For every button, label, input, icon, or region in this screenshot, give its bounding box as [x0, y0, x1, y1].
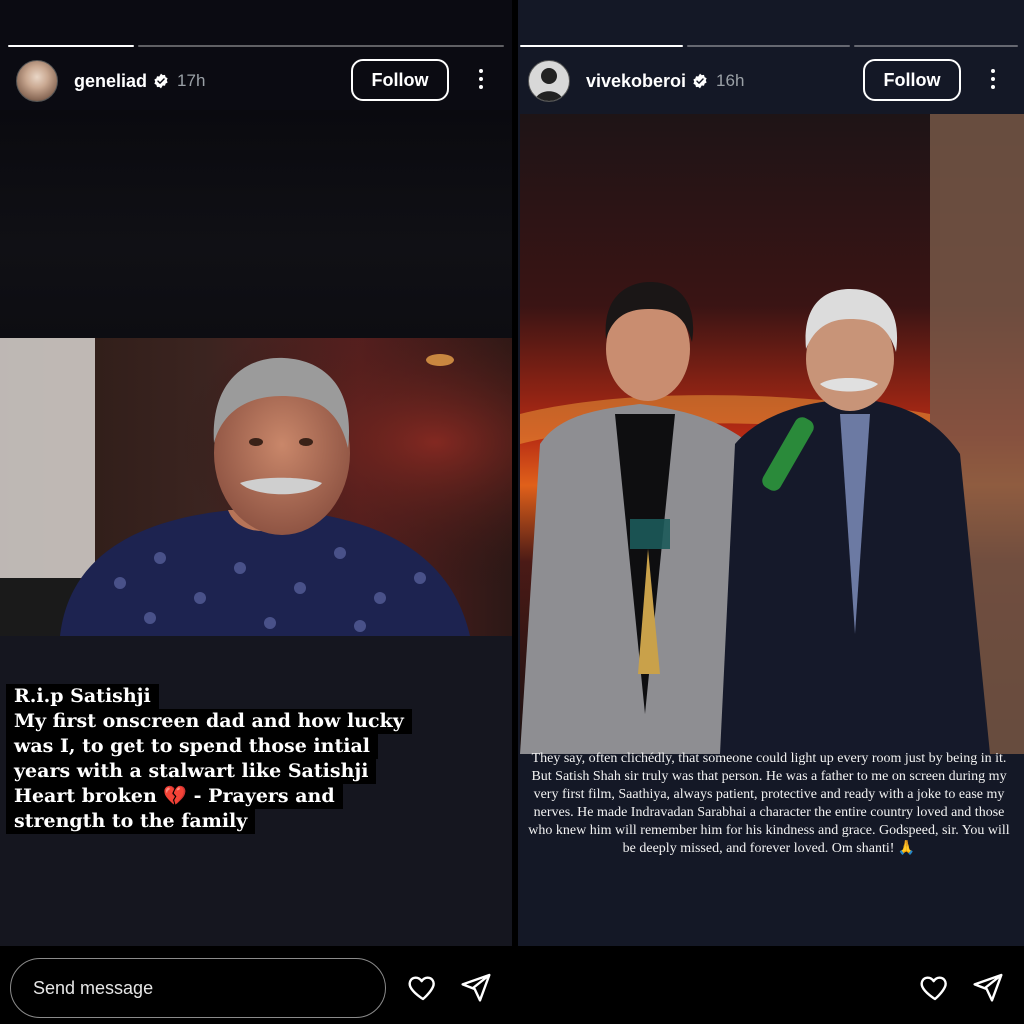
story-progress: [520, 45, 1018, 47]
progress-segment: [854, 45, 1018, 47]
story-photo: [520, 114, 1024, 754]
caption-line: years with a stalwart like Satishji: [6, 759, 377, 784]
story-header: geneliad 17h: [16, 58, 205, 104]
follow-button[interactable]: Follow: [351, 59, 449, 101]
username[interactable]: vivekoberoi: [586, 71, 686, 92]
username[interactable]: geneliad: [74, 71, 147, 92]
send-icon[interactable]: [460, 971, 492, 1003]
caption-line: R.i.p Satishji: [6, 684, 159, 709]
avatar[interactable]: [16, 60, 58, 102]
progress-segment: [138, 45, 504, 47]
story-header: vivekoberoi 16h: [528, 58, 744, 104]
heart-icon[interactable]: [919, 971, 951, 1003]
photo-illustration: [0, 338, 512, 636]
progress-segment: [520, 45, 683, 47]
caption-line: strength to the family: [6, 809, 256, 834]
follow-button[interactable]: Follow: [863, 59, 961, 101]
story-geneliad[interactable]: geneliad 17h Follow R.i.p Satishji My fi…: [0, 0, 512, 946]
avatar-image: [535, 68, 563, 101]
progress-segment: [8, 45, 134, 47]
post-time: 17h: [177, 71, 206, 90]
post-time: 16h: [716, 71, 745, 90]
verified-badge-icon: [154, 73, 168, 89]
send-message-input[interactable]: Send message: [10, 958, 386, 1018]
story-progress: [8, 45, 504, 47]
story-caption: They say, often clichédly, that someone …: [528, 751, 1010, 856]
story-caption: R.i.p Satishji My first onscreen dad and…: [6, 684, 412, 834]
more-options-icon[interactable]: [477, 69, 485, 89]
send-message-placeholder: Send message: [33, 977, 154, 998]
heart-icon[interactable]: [407, 971, 439, 1003]
photo-illustration: [520, 114, 1024, 754]
avatar[interactable]: [528, 60, 570, 102]
story-photo: [0, 338, 512, 636]
progress-segment: [687, 45, 850, 47]
verified-badge-icon: [693, 73, 707, 89]
send-icon[interactable]: [972, 971, 1004, 1003]
more-options-icon[interactable]: [989, 69, 997, 89]
caption-line: My first onscreen dad and how lucky: [6, 709, 412, 734]
caption-line: Heart broken 💔 - Prayers and: [6, 784, 343, 809]
caption-line: was I, to get to spend those intial: [6, 734, 378, 759]
story-background: [0, 110, 512, 338]
